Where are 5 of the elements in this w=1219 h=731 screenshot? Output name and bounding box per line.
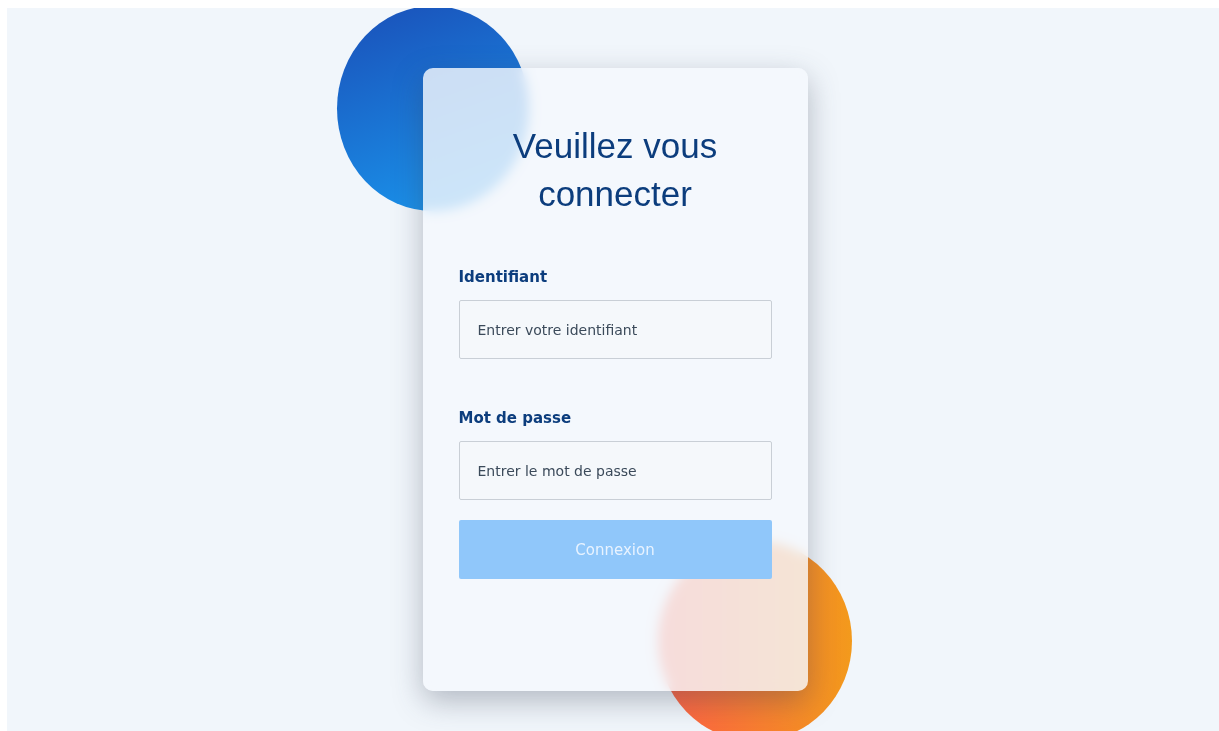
field-label: Identifiant [458, 268, 549, 286]
login-title: Veuillez vous connecter [511, 125, 719, 215]
input-field[interactable]: Entrer le mot de passe [458, 441, 772, 500]
field-label: Mot de passe [458, 409, 573, 427]
input-field[interactable]: Entrer votre identifiant [458, 300, 772, 359]
